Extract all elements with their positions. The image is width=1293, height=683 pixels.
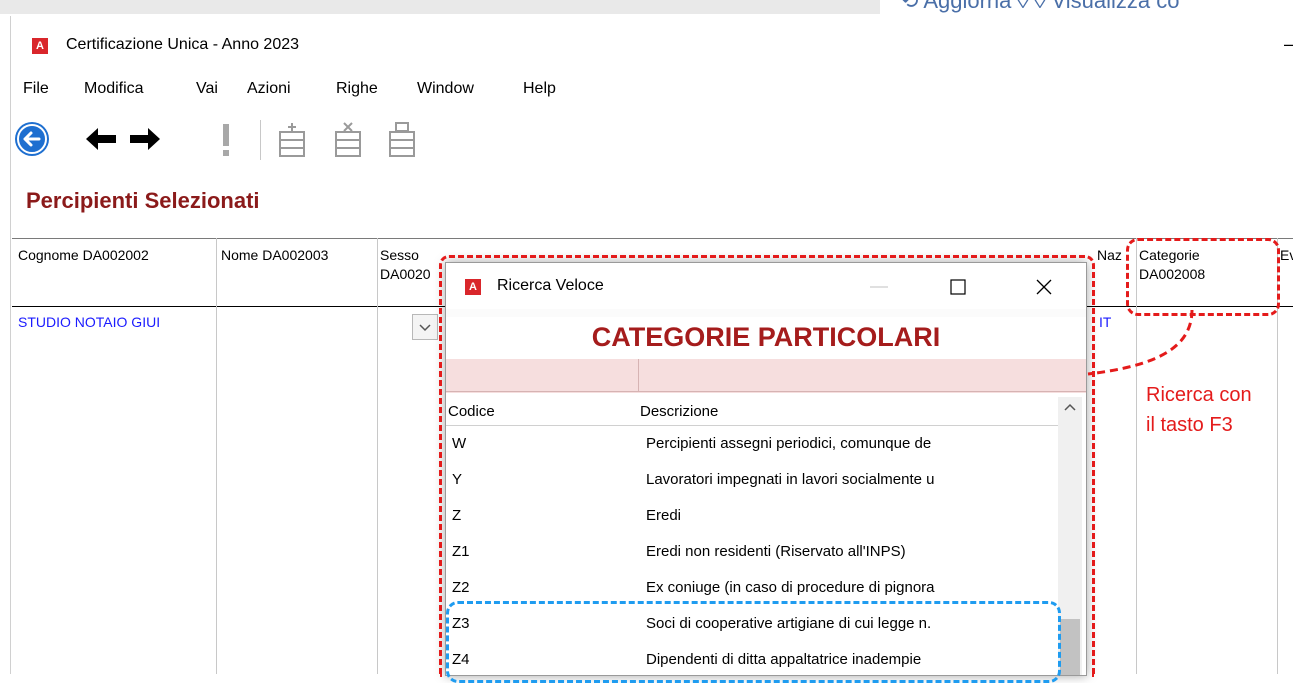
minimize-button[interactable]: –: [1284, 34, 1293, 55]
app-icon: A: [32, 38, 48, 54]
chevron-down-icon: [419, 324, 431, 332]
grid-divider: [377, 238, 378, 674]
header-nome[interactable]: Nome DA002003: [221, 246, 328, 264]
menu-righe[interactable]: Righe: [336, 80, 378, 98]
section-title: Percipienti Selezionati: [26, 188, 260, 213]
arrow-right-icon[interactable]: [128, 126, 162, 152]
annotation-line-2: il tasto F3: [1146, 414, 1233, 436]
back-circle-icon[interactable]: [14, 121, 50, 157]
annotation-categorie-highlight: [1126, 238, 1280, 316]
header-ev[interactable]: Ev: [1280, 246, 1293, 264]
background-toolbar-text: ⟲ Aggiorna ◊ ◊ Visualizza co: [900, 0, 1180, 13]
grid-divider: [216, 238, 217, 674]
header-naz[interactable]: Naz: [1097, 246, 1122, 264]
window-titlebar: A Certificazione Unica - Anno 2023 –: [12, 26, 1293, 66]
menu-vai[interactable]: Vai: [196, 80, 218, 98]
menu-file[interactable]: File: [23, 80, 49, 98]
sesso-dropdown[interactable]: [412, 314, 438, 340]
menu-help[interactable]: Help: [523, 80, 556, 98]
edit-row-icon[interactable]: [386, 122, 418, 158]
top-cutoff-strip: ⟲ Aggiorna ◊ ◊ Visualizza co: [0, 0, 1293, 16]
toolbar-separator: [260, 120, 261, 160]
add-row-icon[interactable]: [276, 122, 308, 158]
background-window-border: [10, 16, 11, 674]
menu-bar: File Modifica Vai Azioni Righe Window He…: [12, 76, 1293, 104]
menu-modifica[interactable]: Modifica: [84, 80, 144, 98]
annotation-connector-line: [1087, 309, 1194, 376]
background-window-edge: [0, 0, 880, 14]
annotation-text: Ricerca con il tasto F3: [1146, 380, 1252, 440]
header-sesso-code: DA0020: [380, 266, 431, 282]
grid-top-border: [12, 238, 1293, 239]
exclamation-icon[interactable]: [218, 122, 234, 158]
window-title: Certificazione Unica - Anno 2023: [66, 36, 300, 53]
menu-window[interactable]: Window: [417, 80, 474, 98]
annotation-line-1: Ricerca con: [1146, 384, 1252, 406]
header-sesso[interactable]: Sesso: [380, 246, 419, 264]
toolbar: [12, 112, 1293, 174]
delete-row-icon[interactable]: [332, 122, 364, 158]
arrow-left-icon[interactable]: [84, 126, 118, 152]
menu-azioni[interactable]: Azioni: [247, 80, 291, 98]
cell-cognome[interactable]: STUDIO NOTAIO GIUI: [18, 314, 214, 330]
annotation-z3-z4-highlight: [446, 601, 1061, 683]
header-cognome[interactable]: Cognome DA002002: [18, 246, 149, 264]
